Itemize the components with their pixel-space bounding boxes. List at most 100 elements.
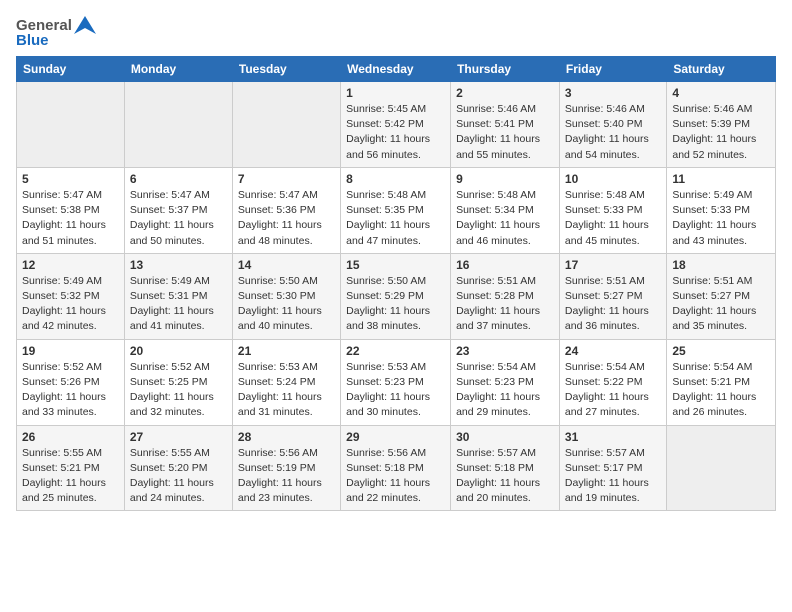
day-info: Sunrise: 5:51 AMSunset: 5:27 PMDaylight:… [565,274,661,335]
day-number: 6 [130,172,227,186]
day-number: 14 [238,258,335,272]
calendar-cell: 22 Sunrise: 5:53 AMSunset: 5:23 PMDayligh… [341,339,451,425]
day-info: Sunrise: 5:48 AMSunset: 5:33 PMDaylight:… [565,188,661,249]
weekday-header-friday: Friday [559,57,666,82]
calendar-cell: 23 Sunrise: 5:54 AMSunset: 5:23 PMDayligh… [451,339,560,425]
calendar-cell: 25 Sunrise: 5:54 AMSunset: 5:21 PMDayligh… [667,339,776,425]
calendar-cell: 8 Sunrise: 5:48 AMSunset: 5:35 PMDaylight… [341,167,451,253]
calendar-cell [17,82,125,168]
calendar-cell: 14Sunrise: 5:50 AMSunset: 5:30 PMDayligh… [232,253,340,339]
day-info: Sunrise: 5:56 AMSunset: 5:18 PMDaylight:… [346,446,445,507]
calendar-cell: 20 Sunrise: 5:52 AMSunset: 5:25 PMDayligh… [124,339,232,425]
calendar-week-row: 5 Sunrise: 5:47 AMSunset: 5:38 PMDaylight… [17,167,776,253]
day-number: 22 [346,344,445,358]
calendar-cell: 24 Sunrise: 5:54 AMSunset: 5:22 PMDayligh… [559,339,666,425]
day-number: 19 [22,344,119,358]
day-number: 3 [565,86,661,100]
calendar-cell [232,82,340,168]
day-number: 25 [672,344,770,358]
calendar-cell: 30 Sunrise: 5:57 AMSunset: 5:18 PMDayligh… [451,425,560,511]
day-number: 16 [456,258,554,272]
calendar-cell [124,82,232,168]
calendar-cell: 5 Sunrise: 5:47 AMSunset: 5:38 PMDaylight… [17,167,125,253]
calendar-cell: 16 Sunrise: 5:51 AMSunset: 5:28 PMDayligh… [451,253,560,339]
calendar-week-row: 1Sunrise: 5:45 AMSunset: 5:42 PMDaylight… [17,82,776,168]
day-info: Sunrise: 5:51 AMSunset: 5:28 PMDaylight:… [456,274,554,335]
day-info: Sunrise: 5:57 AMSunset: 5:18 PMDaylight:… [456,446,554,507]
calendar-cell: 4Sunrise: 5:46 AMSunset: 5:39 PMDaylight… [667,82,776,168]
calendar-week-row: 19 Sunrise: 5:52 AMSunset: 5:26 PMDayligh… [17,339,776,425]
calendar-cell: 18Sunrise: 5:51 AMSunset: 5:27 PMDayligh… [667,253,776,339]
day-info: Sunrise: 5:54 AMSunset: 5:21 PMDaylight:… [672,360,770,421]
day-info: Sunrise: 5:53 AMSunset: 5:23 PMDaylight:… [346,360,445,421]
calendar-cell [667,425,776,511]
day-number: 7 [238,172,335,186]
logo-bird-icon [74,16,96,34]
calendar-cell: 11 Sunrise: 5:49 AMSunset: 5:33 PMDayligh… [667,167,776,253]
calendar-cell: 3 Sunrise: 5:46 AMSunset: 5:40 PMDaylight… [559,82,666,168]
day-info: Sunrise: 5:46 AMSunset: 5:39 PMDaylight:… [672,102,770,163]
calendar-week-row: 26 Sunrise: 5:55 AMSunset: 5:21 PMDayligh… [17,425,776,511]
day-number: 12 [22,258,119,272]
calendar-cell: 31 Sunrise: 5:57 AMSunset: 5:17 PMDayligh… [559,425,666,511]
calendar-cell: 1Sunrise: 5:45 AMSunset: 5:42 PMDaylight… [341,82,451,168]
day-info: Sunrise: 5:48 AMSunset: 5:34 PMDaylight:… [456,188,554,249]
day-number: 30 [456,430,554,444]
calendar-cell: 6 Sunrise: 5:47 AMSunset: 5:37 PMDaylight… [124,167,232,253]
day-info: Sunrise: 5:46 AMSunset: 5:40 PMDaylight:… [565,102,661,163]
calendar-cell: 19 Sunrise: 5:52 AMSunset: 5:26 PMDayligh… [17,339,125,425]
day-number: 24 [565,344,661,358]
day-number: 31 [565,430,661,444]
day-info: Sunrise: 5:54 AMSunset: 5:22 PMDaylight:… [565,360,661,421]
weekday-header-monday: Monday [124,57,232,82]
weekday-header-thursday: Thursday [451,57,560,82]
logo-blue-text: Blue [16,32,49,49]
calendar-cell: 21 Sunrise: 5:53 AMSunset: 5:24 PMDayligh… [232,339,340,425]
day-number: 17 [565,258,661,272]
calendar-cell: 12 Sunrise: 5:49 AMSunset: 5:32 PMDayligh… [17,253,125,339]
calendar-table: SundayMondayTuesdayWednesdayThursdayFrid… [16,56,776,511]
day-info: Sunrise: 5:47 AMSunset: 5:38 PMDaylight:… [22,188,119,249]
day-info: Sunrise: 5:49 AMSunset: 5:31 PMDaylight:… [130,274,227,335]
calendar-cell: 13 Sunrise: 5:49 AMSunset: 5:31 PMDayligh… [124,253,232,339]
day-number: 9 [456,172,554,186]
day-number: 10 [565,172,661,186]
calendar-cell: 9 Sunrise: 5:48 AMSunset: 5:34 PMDaylight… [451,167,560,253]
day-number: 21 [238,344,335,358]
day-number: 2 [456,86,554,100]
day-number: 29 [346,430,445,444]
day-info: Sunrise: 5:49 AMSunset: 5:32 PMDaylight:… [22,274,119,335]
day-info: Sunrise: 5:46 AMSunset: 5:41 PMDaylight:… [456,102,554,163]
calendar-cell: 7Sunrise: 5:47 AMSunset: 5:36 PMDaylight… [232,167,340,253]
day-number: 8 [346,172,445,186]
calendar-week-row: 12 Sunrise: 5:49 AMSunset: 5:32 PMDayligh… [17,253,776,339]
day-info: Sunrise: 5:55 AMSunset: 5:21 PMDaylight:… [22,446,119,507]
day-info: Sunrise: 5:48 AMSunset: 5:35 PMDaylight:… [346,188,445,249]
day-info: Sunrise: 5:52 AMSunset: 5:25 PMDaylight:… [130,360,227,421]
day-number: 11 [672,172,770,186]
day-number: 15 [346,258,445,272]
day-info: Sunrise: 5:54 AMSunset: 5:23 PMDaylight:… [456,360,554,421]
day-number: 13 [130,258,227,272]
weekday-header-row: SundayMondayTuesdayWednesdayThursdayFrid… [17,57,776,82]
day-info: Sunrise: 5:53 AMSunset: 5:24 PMDaylight:… [238,360,335,421]
logo: General Blue [16,16,96,49]
day-number: 23 [456,344,554,358]
calendar-cell: 2 Sunrise: 5:46 AMSunset: 5:41 PMDaylight… [451,82,560,168]
day-number: 5 [22,172,119,186]
day-number: 27 [130,430,227,444]
calendar-cell: 10 Sunrise: 5:48 AMSunset: 5:33 PMDayligh… [559,167,666,253]
day-info: Sunrise: 5:55 AMSunset: 5:20 PMDaylight:… [130,446,227,507]
day-info: Sunrise: 5:47 AMSunset: 5:37 PMDaylight:… [130,188,227,249]
calendar-cell: 27 Sunrise: 5:55 AMSunset: 5:20 PMDayligh… [124,425,232,511]
day-info: Sunrise: 5:52 AMSunset: 5:26 PMDaylight:… [22,360,119,421]
calendar-cell: 15Sunrise: 5:50 AMSunset: 5:29 PMDayligh… [341,253,451,339]
day-number: 26 [22,430,119,444]
day-info: Sunrise: 5:57 AMSunset: 5:17 PMDaylight:… [565,446,661,507]
weekday-header-sunday: Sunday [17,57,125,82]
weekday-header-tuesday: Tuesday [232,57,340,82]
day-info: Sunrise: 5:49 AMSunset: 5:33 PMDaylight:… [672,188,770,249]
day-number: 20 [130,344,227,358]
calendar-cell: 28Sunrise: 5:56 AMSunset: 5:19 PMDayligh… [232,425,340,511]
calendar-cell: 26 Sunrise: 5:55 AMSunset: 5:21 PMDayligh… [17,425,125,511]
